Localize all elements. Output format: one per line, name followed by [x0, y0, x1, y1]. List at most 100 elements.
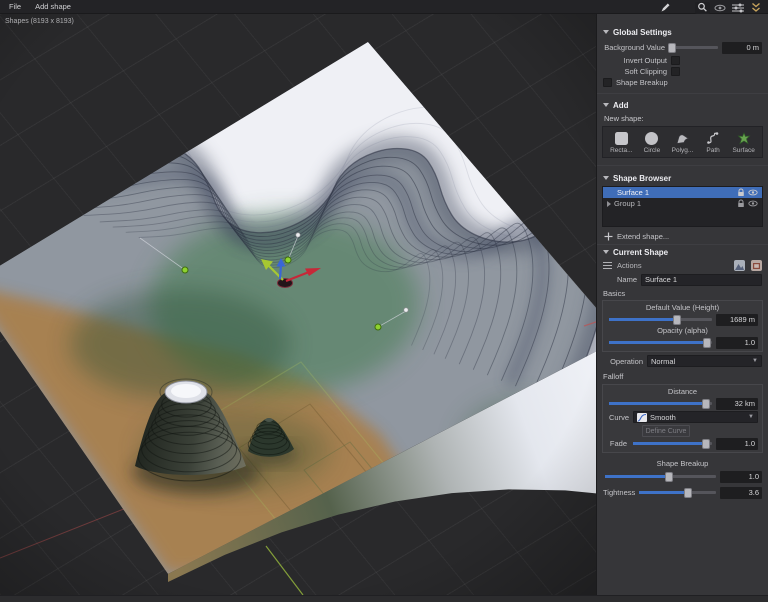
shape-button-label: Path: [706, 147, 720, 154]
divider: [597, 165, 768, 166]
settings-sliders-icon[interactable]: [730, 2, 746, 14]
curve-label: Curve: [608, 412, 629, 422]
opacity-slider[interactable]: [609, 336, 712, 349]
collapse-triangle-icon: [603, 30, 609, 34]
divider: [597, 244, 768, 245]
falloff-shape-breakup-label: Shape Breakup: [656, 459, 709, 468]
tightness-label: Tightness: [603, 488, 636, 497]
control-point-handle[interactable]: [295, 232, 301, 238]
default-value-row: 1689 m: [606, 313, 759, 326]
hamburger-menu-icon[interactable]: [603, 262, 612, 269]
soft-clipping-checkbox[interactable]: [671, 67, 680, 76]
basics-groupbox: Default Value (Height) 1689 m Opacity (a…: [602, 300, 763, 352]
shape-breakup-slider[interactable]: [605, 470, 716, 483]
lock-icon[interactable]: [735, 188, 747, 197]
resolution-label: Shapes (8193 x 8193): [5, 18, 74, 25]
app-window: File Add shape Shapes (8193 x 8193) Glob…: [0, 0, 768, 602]
actions-label[interactable]: Actions: [617, 261, 642, 270]
curve-preview-icon: [637, 412, 647, 422]
tightness-slider[interactable]: [639, 486, 716, 499]
viewport-3d-scene[interactable]: [0, 14, 596, 595]
shape-breakup-label: Shape Breakup: [616, 78, 668, 87]
operation-dropdown[interactable]: Normal ▼: [647, 355, 762, 367]
actions-row: Actions: [597, 259, 768, 272]
curve-dropdown[interactable]: Smooth ▼: [633, 411, 758, 423]
name-label: Name: [616, 275, 637, 284]
visibility-eye-icon[interactable]: [747, 189, 759, 196]
default-value-slider[interactable]: [609, 313, 712, 326]
section-shape-browser[interactable]: Shape Browser: [597, 172, 768, 184]
slider-handle[interactable]: [665, 471, 674, 482]
search-icon[interactable]: [695, 1, 710, 14]
section-title: Shape Browser: [613, 173, 672, 183]
pencil-icon[interactable]: [657, 2, 673, 14]
fade-field[interactable]: 1.0: [716, 437, 758, 450]
add-surface-button[interactable]: Surface: [728, 128, 759, 157]
shape-row-group[interactable]: Group 1: [603, 198, 762, 209]
name-value: Surface 1: [645, 275, 678, 284]
circle-icon: [645, 130, 659, 146]
collapse-panel-icon[interactable]: [748, 2, 764, 14]
section-global-settings[interactable]: Global Settings: [597, 26, 768, 38]
lock-icon[interactable]: [735, 199, 747, 208]
section-current-shape[interactable]: Current Shape: [597, 246, 768, 258]
control-point[interactable]: [284, 256, 292, 264]
viewport-3d[interactable]: Shapes (8193 x 8193): [0, 14, 596, 595]
fade-slider[interactable]: [633, 437, 712, 450]
soft-clipping-label: Soft Clipping: [624, 67, 667, 76]
soft-clipping-row: Soft Clipping: [597, 66, 768, 77]
tightness-field[interactable]: 3.6: [720, 486, 762, 499]
invert-output-checkbox[interactable]: [671, 56, 680, 65]
expander-icon[interactable]: [607, 200, 611, 207]
slider-handle[interactable]: [683, 487, 692, 498]
fade-label: Fade: [609, 439, 627, 448]
slider-handle[interactable]: [702, 438, 711, 449]
shape-breakup-checkbox[interactable]: [603, 78, 612, 87]
control-point[interactable]: [374, 323, 382, 331]
add-circle-button[interactable]: Circle: [637, 128, 668, 157]
y-axis-line: [265, 545, 304, 595]
new-shape-strip: Recta... Circle Polyg... Path Surface: [602, 126, 763, 158]
slider-handle[interactable]: [672, 314, 681, 325]
shape-row-surface[interactable]: Surface 1: [603, 187, 762, 198]
slider-handle[interactable]: [667, 42, 676, 53]
name-row: Name Surface 1: [597, 273, 768, 286]
path-icon: [706, 130, 720, 146]
define-curve-button[interactable]: Define Curve: [642, 425, 690, 437]
terrain-surface[interactable]: [0, 42, 596, 574]
curve-row: Curve Smooth ▼: [606, 410, 759, 424]
control-point-handle[interactable]: [403, 307, 409, 313]
name-field[interactable]: Surface 1: [641, 273, 762, 286]
default-value-field[interactable]: 1689 m: [716, 313, 758, 326]
section-add[interactable]: Add: [597, 99, 768, 111]
eye-icon[interactable]: [712, 2, 728, 14]
shape-button-label: Circle: [643, 147, 661, 154]
slider-handle[interactable]: [701, 398, 710, 409]
shape-button-label: Recta...: [610, 147, 633, 154]
menu-file[interactable]: File: [0, 0, 28, 14]
shape-breakup-field[interactable]: 1.0: [720, 470, 762, 483]
background-value-label: Background Value: [604, 43, 665, 52]
visibility-eye-icon[interactable]: [747, 200, 759, 207]
thumbnail-red-icon[interactable]: [751, 260, 762, 271]
slider-handle[interactable]: [702, 337, 711, 348]
menu-add-shape[interactable]: Add shape: [28, 0, 78, 14]
operation-label: Operation: [610, 356, 643, 366]
fade-row: Fade 1.0: [606, 437, 759, 450]
chevron-down-icon: ▼: [752, 358, 758, 364]
extend-shape-button[interactable]: Extend shape...: [597, 230, 768, 242]
collapse-triangle-icon: [603, 250, 609, 254]
thumbnail-gray-icon[interactable]: [734, 260, 745, 271]
control-point[interactable]: [181, 266, 189, 274]
add-rectangle-button[interactable]: Recta...: [606, 128, 637, 157]
opacity-field[interactable]: 1.0: [716, 336, 758, 349]
distance-slider[interactable]: [609, 397, 712, 410]
plus-icon: [604, 232, 613, 240]
add-polygon-button[interactable]: Polyg...: [667, 128, 698, 157]
shape-browser-list: Surface 1 Group 1: [602, 186, 763, 227]
distance-field[interactable]: 32 km: [716, 397, 758, 410]
background-value-slider[interactable]: [667, 41, 718, 54]
background-value-row: Background Value 0 m: [597, 41, 768, 54]
background-value-field[interactable]: 0 m: [722, 41, 762, 54]
add-path-button[interactable]: Path: [698, 128, 729, 157]
